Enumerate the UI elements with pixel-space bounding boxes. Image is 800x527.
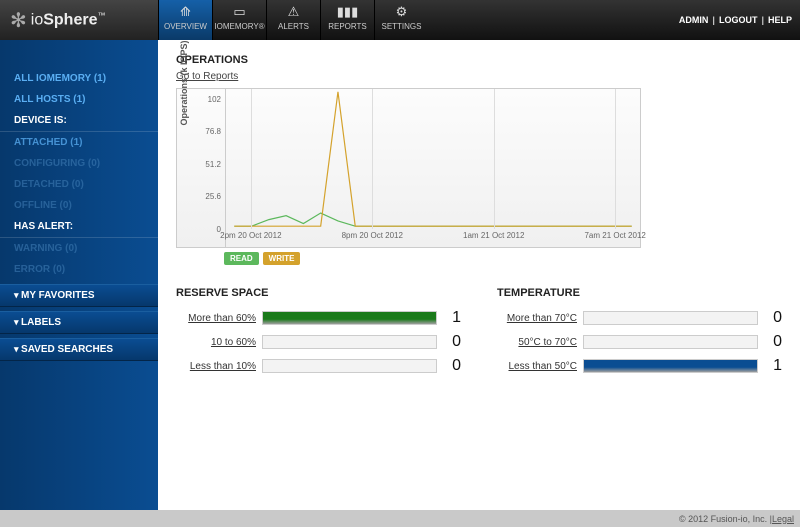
sidebar-labels[interactable]: LABELS bbox=[0, 311, 158, 334]
main-content: OPERATIONS Go to Reports Operations (k I… bbox=[158, 40, 800, 510]
series-write bbox=[234, 92, 631, 226]
xtick: 2pm 20 Oct 2012 bbox=[220, 231, 281, 240]
reserve-row: Less than 10% 0 bbox=[176, 355, 461, 377]
temperature-row: Less than 50°C 1 bbox=[497, 355, 782, 377]
sidebar-all-hosts-1[interactable]: ALL HOSTS (1) bbox=[0, 89, 158, 110]
alert-icon: ⚠ bbox=[288, 4, 300, 20]
footer-copyright: © 2012 Fusion-io, Inc. | bbox=[679, 514, 772, 524]
temperature-label[interactable]: More than 70°C bbox=[497, 313, 577, 324]
chart-plot: 2pm 20 Oct 20128pm 20 Oct 20121am 21 Oct… bbox=[225, 89, 640, 247]
gear-icon: ⚙ bbox=[396, 4, 408, 20]
sidebar-device-is: DEVICE IS: bbox=[0, 110, 158, 132]
xtick: 8pm 20 Oct 2012 bbox=[342, 231, 403, 240]
temperature-bar bbox=[583, 359, 758, 373]
xtick: 1am 21 Oct 2012 bbox=[463, 231, 524, 240]
sidebar-saved-searches[interactable]: SAVED SEARCHES bbox=[0, 338, 158, 361]
top-links: ADMIN|LOGOUT|HELP bbox=[679, 0, 800, 40]
temperature-bar bbox=[583, 335, 758, 349]
top-link-help[interactable]: HELP bbox=[768, 15, 792, 25]
temperature-bar bbox=[583, 311, 758, 325]
legend-write: WRITE bbox=[263, 252, 301, 265]
reserve-label[interactable]: Less than 10% bbox=[176, 361, 256, 372]
reserve-panel: RESERVE SPACE More than 60%110 to 60%0Le… bbox=[176, 287, 461, 379]
reserve-label[interactable]: 10 to 60% bbox=[176, 337, 256, 348]
brand-glyph-icon: ✻ bbox=[10, 8, 27, 33]
series-read bbox=[234, 213, 631, 226]
reserve-count: 0 bbox=[443, 357, 461, 375]
temperature-count: 0 bbox=[764, 333, 782, 351]
drive-icon: ▭ bbox=[233, 4, 245, 20]
sidebar-detached-0[interactable]: DETACHED (0) bbox=[0, 174, 158, 195]
temperature-row: More than 70°C 0 bbox=[497, 307, 782, 329]
tab-iomemory[interactable]: ▭IOMEMORY® bbox=[212, 0, 266, 40]
pulse-icon: ⟰ bbox=[180, 4, 191, 20]
temperature-label[interactable]: Less than 50°C bbox=[497, 361, 577, 372]
top-tabs: ⟰OVERVIEW▭IOMEMORY®⚠ALERTS▮▮▮REPORTS⚙SET… bbox=[158, 0, 428, 40]
tab-reports[interactable]: ▮▮▮REPORTS bbox=[320, 0, 374, 40]
ytick: 76.8 bbox=[205, 127, 221, 136]
brand-logo[interactable]: ✻ ioSphere™ bbox=[0, 0, 158, 40]
operations-chart: Operations (k IOPS) 025.651.276.8102 2pm… bbox=[176, 88, 641, 248]
temperature-row: 50°C to 70°C 0 bbox=[497, 331, 782, 353]
reserve-bar bbox=[262, 311, 437, 325]
ytick: 25.6 bbox=[205, 192, 221, 201]
reserve-row: More than 60% 1 bbox=[176, 307, 461, 329]
tab-settings[interactable]: ⚙SETTINGS bbox=[374, 0, 428, 40]
reserve-title: RESERVE SPACE bbox=[176, 287, 461, 299]
top-link-admin[interactable]: ADMIN bbox=[679, 15, 709, 25]
temperature-count: 1 bbox=[764, 357, 782, 375]
footer: © 2012 Fusion-io, Inc. | Legal bbox=[0, 510, 800, 527]
temperature-title: TEMPERATURE bbox=[497, 287, 782, 299]
top-link-logout[interactable]: LOGOUT bbox=[719, 15, 758, 25]
reserve-count: 1 bbox=[443, 309, 461, 327]
legend-read: READ bbox=[224, 252, 259, 265]
sidebar-offline-0[interactable]: OFFLINE (0) bbox=[0, 195, 158, 216]
reserve-bar bbox=[262, 359, 437, 373]
sidebar-error-0[interactable]: ERROR (0) bbox=[0, 259, 158, 280]
sidebar-configuring-0[interactable]: CONFIGURING (0) bbox=[0, 153, 158, 174]
temperature-count: 0 bbox=[764, 309, 782, 327]
sidebar-my-favorites[interactable]: MY FAVORITES bbox=[0, 284, 158, 307]
sidebar-warning-0[interactable]: WARNING (0) bbox=[0, 238, 158, 259]
sidebar-all-iomemory-1[interactable]: ALL IOMEMORY (1) bbox=[0, 68, 158, 89]
operations-title: OPERATIONS bbox=[176, 54, 782, 66]
chart-legend: READ WRITE bbox=[176, 252, 782, 265]
ytick: 102 bbox=[208, 95, 221, 104]
reserve-bar bbox=[262, 335, 437, 349]
topbar: ✻ ioSphere™ ⟰OVERVIEW▭IOMEMORY®⚠ALERTS▮▮… bbox=[0, 0, 800, 40]
temperature-panel: TEMPERATURE More than 70°C 0 50°C to 70°C 0… bbox=[497, 287, 782, 379]
xtick: 7am 21 Oct 2012 bbox=[584, 231, 645, 240]
chart-ylabel: Operations (k IOPS) bbox=[179, 40, 189, 125]
sidebar: ALL IOMEMORY (1)ALL HOSTS (1)DEVICE IS:A… bbox=[0, 40, 158, 510]
reserve-count: 0 bbox=[443, 333, 461, 351]
footer-legal-link[interactable]: Legal bbox=[772, 514, 794, 524]
tab-overview[interactable]: ⟰OVERVIEW bbox=[158, 0, 212, 40]
bars-icon: ▮▮▮ bbox=[337, 4, 358, 20]
tab-alerts[interactable]: ⚠ALERTS bbox=[266, 0, 320, 40]
temperature-label[interactable]: 50°C to 70°C bbox=[497, 337, 577, 348]
sidebar-has-alert: HAS ALERT: bbox=[0, 216, 158, 238]
chart-yaxis: Operations (k IOPS) 025.651.276.8102 bbox=[177, 89, 225, 247]
brand-text: ioSphere™ bbox=[31, 11, 106, 29]
ytick: 51.2 bbox=[205, 160, 221, 169]
sidebar-attached-1[interactable]: ATTACHED (1) bbox=[0, 132, 158, 153]
reserve-row: 10 to 60% 0 bbox=[176, 331, 461, 353]
reserve-label[interactable]: More than 60% bbox=[176, 313, 256, 324]
